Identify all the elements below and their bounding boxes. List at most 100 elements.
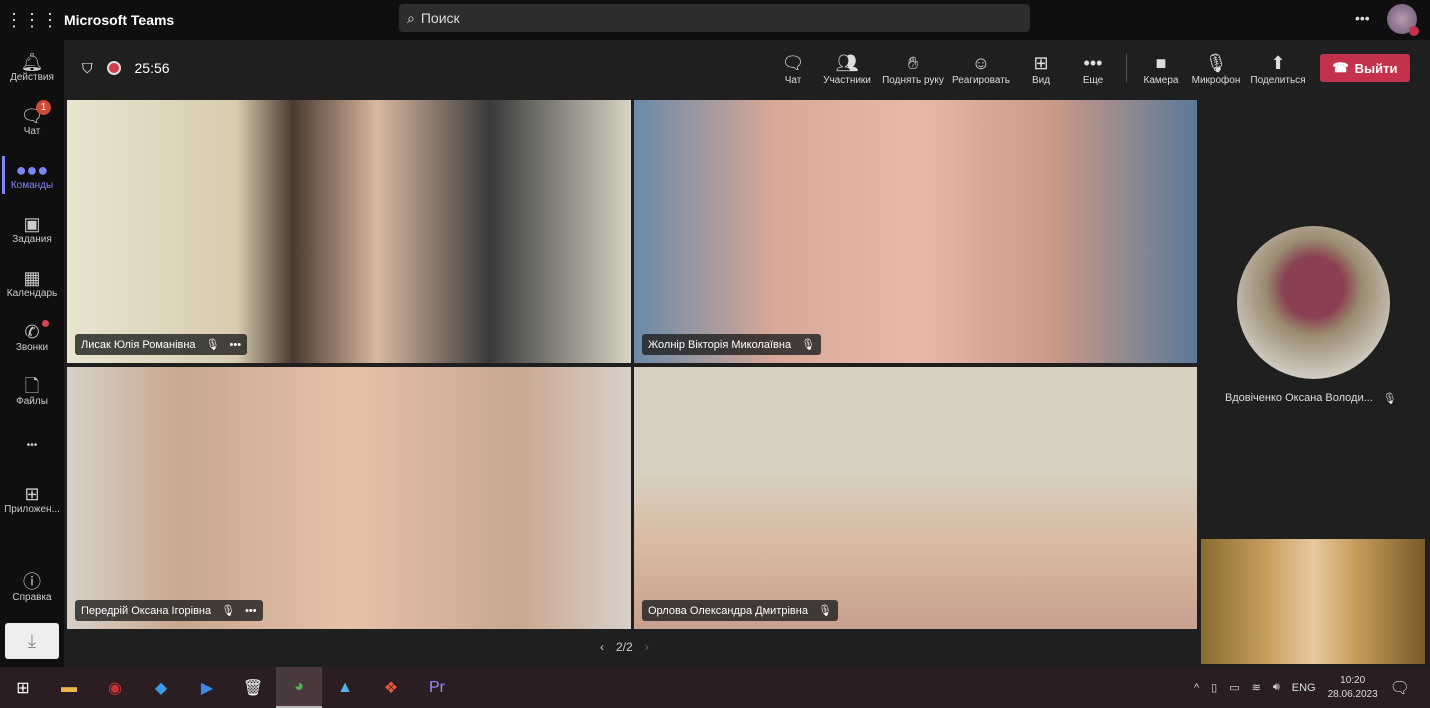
figma-icon[interactable]: ❖ [368, 667, 414, 708]
download-icon[interactable]: ⤓ [5, 623, 59, 659]
rail-assignments[interactable]: ▣ Задания [0, 202, 64, 256]
participant-avatar[interactable] [1237, 226, 1390, 379]
file-icon: 🗋 [24, 375, 40, 396]
app-icon[interactable]: ◉ [92, 667, 138, 708]
rail-more[interactable]: ••• [0, 418, 64, 472]
mic-off-icon: 🎙︎ [817, 605, 832, 617]
grid-icon: ⊞ [1033, 52, 1049, 73]
self-video-preview[interactable] [1201, 539, 1425, 664]
smiley-icon: ☺ [971, 52, 991, 73]
video-tile[interactable]: Жолнір Вікторія Миколаївна 🎙︎ [634, 100, 1197, 363]
volume-icon[interactable]: 🔊︎ [1273, 681, 1280, 694]
user-avatar[interactable] [1387, 4, 1419, 36]
rail-help[interactable]: ⓘ Справка [0, 560, 64, 614]
system-tray: ^ ▯ ▭ ≋ 🔊︎ ENG 10:20 28.06.2023 🗨︎ [1194, 667, 1430, 708]
rail-files[interactable]: 🗋 Файлы [0, 364, 64, 418]
participant-name: Вдовіченко Оксана Володи... [1225, 392, 1373, 404]
view-button[interactable]: ⊞ Вид [1026, 40, 1056, 96]
participant-name: Лисак Юлія Романівна [81, 338, 196, 351]
more-options-icon[interactable]: ••• [1355, 10, 1370, 26]
microphone-icon: 🎙︎ [1204, 52, 1228, 73]
calendar-icon: ▦ [23, 267, 41, 288]
device-icon[interactable]: ▯ [1211, 681, 1217, 694]
rail-calls[interactable]: ✆ Звонки [0, 310, 64, 364]
app-launcher-icon[interactable]: ⋮⋮⋮ [0, 10, 64, 31]
apps-icon: ⊞ [24, 483, 40, 504]
page-indicator: 2/2 [616, 640, 633, 654]
rail-label: Задания [12, 233, 52, 245]
app-rail: 🔔︎ Действия 🗨︎ 1 Чат ●●● Команды ▣ Задания ▦ К… [0, 40, 64, 667]
chat-button[interactable]: 🗨︎ Чат [780, 40, 806, 96]
vscode-icon[interactable]: ◆ [138, 667, 184, 708]
shield-icon[interactable]: ⛉ [82, 60, 93, 77]
backpack-icon: ▣ [23, 213, 41, 234]
rail-chat[interactable]: 🗨︎ 1 Чат [0, 94, 64, 148]
video-tile[interactable]: Орлова Олександра Дмитрівна 🎙︎ [634, 367, 1197, 629]
rail-teams[interactable]: ●●● Команды [0, 148, 64, 202]
label: Микрофон [1191, 74, 1241, 86]
media-player-icon[interactable]: ▶ [184, 667, 230, 708]
rail-apps[interactable]: ⊞ Приложен... [0, 472, 64, 526]
chevron-left-icon[interactable]: ‹ [600, 640, 604, 654]
video-tile[interactable]: Лисак Юлія Романівна 🎙︎ ••• [67, 100, 631, 363]
hang-up-icon: ☎ [1332, 60, 1349, 75]
react-button[interactable]: ☺ Реагировать [950, 40, 1012, 96]
title-bar: ⋮⋮⋮ Microsoft Teams ⌕ Поиск ••• [0, 0, 1430, 40]
chrome-icon[interactable]: ◕ [276, 667, 322, 708]
more-icon: ••• [26, 439, 38, 451]
clock[interactable]: 10:20 28.06.2023 [1328, 674, 1378, 702]
search-icon: ⌕ [407, 9, 415, 26]
camera-icon: ■ [1155, 52, 1167, 73]
app-icon[interactable]: 🗑︎ [230, 667, 276, 708]
participant-name: Орлова Олександра Дмитрівна [648, 604, 808, 617]
rail-label: Звонки [15, 341, 49, 353]
rail-label: Приложен... [4, 503, 60, 515]
label: Вид [1031, 74, 1051, 86]
rail-calendar[interactable]: ▦ Календарь [0, 256, 64, 310]
battery-icon[interactable]: ▭ [1229, 681, 1239, 694]
participant-nameplate: Орлова Олександра Дмитрівна 🎙︎ [642, 600, 838, 621]
chevron-up-icon[interactable]: ^ [1194, 682, 1199, 694]
date: 28.06.2023 [1327, 688, 1378, 700]
language-indicator[interactable]: ENG [1292, 682, 1316, 694]
search-input[interactable]: ⌕ Поиск [399, 4, 1030, 32]
video-tile[interactable]: Передрій Оксана Ігорівна 🎙︎ ••• [67, 367, 631, 629]
mic-off-icon: 🎙︎ [205, 339, 220, 351]
teams-icon: ●●● [15, 159, 49, 180]
rail-label: Файлы [16, 395, 48, 407]
microphone-button[interactable]: 🎙︎ Микрофон [1190, 40, 1242, 96]
participant-nameplate: Лисак Юлія Романівна 🎙︎ ••• [75, 334, 248, 355]
label: Чат [784, 74, 802, 86]
mic-off-icon: 🎙︎ [1382, 393, 1397, 405]
participant-name: Передрій Оксана Ігорівна [81, 604, 212, 617]
file-explorer-icon[interactable]: ▬ [46, 667, 92, 708]
participant-nameplate: Передрій Оксана Ігорівна 🎙︎ ••• [75, 600, 263, 621]
share-icon: ⬆ [1270, 52, 1286, 73]
bell-icon: 🔔︎ [20, 51, 44, 72]
raise-hand-button[interactable]: ✋︎ Поднять руку [878, 40, 948, 96]
help-icon: ⓘ [23, 571, 41, 592]
phone-icon: ✆ [24, 321, 40, 342]
meeting-toolbar: ⛉ 25:56 🗨︎ Чат 👥︎ Участники ✋︎ Поднять руку… [64, 40, 1430, 96]
participant-name: Жолнір Вікторія Миколаївна [648, 338, 792, 351]
participant-nameplate: Вдовіченко Оксана Володи... 🎙︎ [1225, 392, 1397, 405]
start-icon[interactable]: ⊞ [0, 667, 46, 708]
leave-button[interactable]: ☎ Выйти [1320, 54, 1410, 82]
participants-button[interactable]: 👥︎ Участники [820, 40, 874, 96]
meeting-timer: 25:56 [134, 60, 170, 76]
app-title: Microsoft Teams [64, 12, 175, 28]
camera-button[interactable]: ■ Камера [1142, 40, 1180, 96]
rail-activity[interactable]: 🔔︎ Действия [0, 40, 64, 94]
label: Еще [1082, 74, 1104, 86]
more-icon[interactable]: ••• [245, 605, 257, 617]
more-button[interactable]: ••• Еще [1078, 40, 1108, 96]
more-icon[interactable]: ••• [230, 339, 242, 351]
label: Участники [823, 74, 871, 86]
photos-icon[interactable]: ▲ [322, 667, 368, 708]
label: Реагировать [951, 74, 1011, 86]
notifications-icon[interactable]: 🗨︎ [1390, 678, 1410, 698]
chevron-right-icon[interactable]: › [645, 640, 649, 654]
wifi-icon[interactable]: ≋ [1252, 681, 1261, 694]
premiere-icon[interactable]: Pr [414, 667, 460, 708]
share-button[interactable]: ⬆ Поделиться [1250, 40, 1306, 96]
